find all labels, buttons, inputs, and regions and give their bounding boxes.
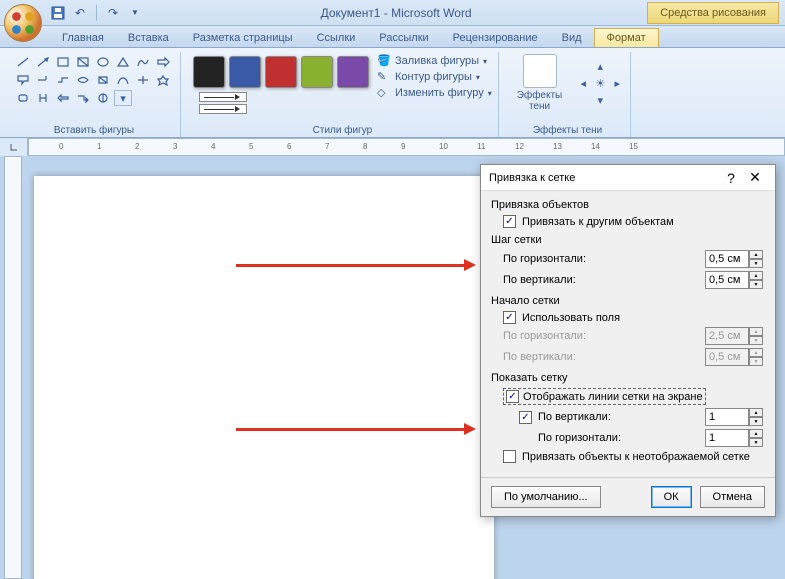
spin-down-icon: ▼: [749, 336, 763, 345]
group-shape-styles: 🪣Заливка фигуры▾ ✎Контур фигуры▾ ◇Измени…: [187, 52, 499, 137]
cmd-shadow-effects[interactable]: Эффекты тени: [511, 52, 568, 114]
cmd-change-shape[interactable]: ◇Изменить фигуру▾: [377, 86, 492, 100]
chk-snap-hidden[interactable]: [503, 450, 516, 463]
input-grid-horiz[interactable]: [705, 250, 749, 268]
ribbon-tabs: Главная Вставка Разметка страницы Ссылки…: [0, 26, 785, 48]
window-title: Документ1 - Microsoft Word: [145, 6, 647, 20]
vertical-ruler[interactable]: [4, 156, 22, 579]
cmd-shape-fill[interactable]: 🪣Заливка фигуры▾: [377, 54, 492, 68]
office-button[interactable]: [4, 4, 42, 42]
document-page[interactable]: [34, 176, 494, 579]
spin-up-icon[interactable]: ▲: [749, 250, 763, 259]
shadow-toggle-icon[interactable]: ☀: [591, 75, 609, 91]
spin-down-icon[interactable]: ▼: [749, 438, 763, 447]
tab-view[interactable]: Вид: [550, 29, 594, 47]
group-styles-label: Стили фигур: [187, 124, 498, 137]
tab-refs[interactable]: Ссылки: [305, 29, 368, 47]
spin-down-icon[interactable]: ▼: [749, 280, 763, 289]
spin-up-icon[interactable]: ▲: [749, 271, 763, 280]
input-grid-vert[interactable]: [705, 271, 749, 289]
connector-style-1[interactable]: [199, 104, 247, 114]
lbl-grid-horiz: По горизонтали:: [503, 253, 699, 265]
group-shadow-effects: Эффекты тени ▴ ◂☀▸ ▾ Эффекты тени: [505, 52, 631, 137]
chk-show-vert[interactable]: ✓: [519, 411, 532, 424]
redo-icon[interactable]: ↷: [103, 3, 123, 23]
btn-ok[interactable]: ОК: [651, 486, 692, 508]
tab-selector[interactable]: [0, 138, 28, 156]
section-origin-label: Начало сетки: [491, 295, 765, 307]
section-grid-step-label: Шаг сетки: [491, 234, 765, 246]
close-button[interactable]: ✕: [743, 169, 767, 186]
group-shadow-label: Эффекты тени: [505, 124, 630, 137]
ribbon: ▾ Вставить фигуры 🪣Заливка фигуры▾ ✎Конт…: [0, 48, 785, 138]
spin-down-icon: ▼: [749, 357, 763, 366]
grid-settings-dialog: Привязка к сетке ? ✕ Привязка объектов ✓…: [480, 164, 776, 517]
input-origin-horiz: [705, 327, 749, 345]
input-origin-vert: [705, 348, 749, 366]
spin-up-icon[interactable]: ▲: [749, 429, 763, 438]
chk-snap-to-objects-label: Привязать к другим объектам: [522, 216, 765, 228]
spin-up-icon: ▲: [749, 327, 763, 336]
lbl-grid-vert: По вертикали:: [503, 274, 699, 286]
btn-cancel[interactable]: Отмена: [700, 486, 765, 508]
spin-up-icon: ▲: [749, 348, 763, 357]
input-show-horiz[interactable]: [705, 429, 749, 447]
nudge-down-icon[interactable]: ▾: [591, 92, 609, 108]
chk-snap-hidden-label: Привязать объекты к неотображаемой сетке: [522, 451, 765, 463]
tab-format[interactable]: Формат: [594, 28, 659, 47]
style-swatch-2[interactable]: [265, 56, 297, 88]
lbl-origin-horiz: По горизонтали:: [503, 330, 699, 342]
chk-show-vert-label: По вертикали:: [538, 411, 699, 423]
shadow-preview-icon: [523, 54, 557, 88]
section-snap-label: Привязка объектов: [491, 199, 765, 211]
spin-up-icon[interactable]: ▲: [749, 408, 763, 417]
tab-mail[interactable]: Рассылки: [367, 29, 440, 47]
style-swatch-0[interactable]: [193, 56, 225, 88]
nudge-up-icon[interactable]: ▴: [591, 58, 609, 74]
connector-style-0[interactable]: [199, 92, 247, 102]
group-insert-shapes: ▾ Вставить фигуры: [8, 52, 181, 137]
tab-review[interactable]: Рецензирование: [441, 29, 550, 47]
annotation-arrow-1: [236, 264, 466, 267]
tab-home[interactable]: Главная: [50, 29, 116, 47]
save-icon[interactable]: [48, 3, 68, 23]
bucket-icon: 🪣: [377, 54, 391, 68]
btn-defaults[interactable]: По умолчанию...: [491, 486, 601, 508]
section-show-label: Показать сетку: [491, 372, 765, 384]
style-swatch-4[interactable]: [337, 56, 369, 88]
cmd-shape-outline[interactable]: ✎Контур фигуры▾: [377, 70, 492, 84]
change-shape-icon: ◇: [377, 86, 391, 100]
lbl-show-horiz: По горизонтали:: [538, 432, 699, 444]
lbl-origin-vert: По вертикали:: [503, 351, 699, 363]
style-gallery[interactable]: [193, 52, 369, 88]
input-show-vert[interactable]: [705, 408, 749, 426]
context-tab-label: Средства рисования: [647, 2, 779, 24]
tab-layout[interactable]: Разметка страницы: [181, 29, 305, 47]
nudge-right-icon[interactable]: ▸: [608, 75, 626, 91]
chk-show-gridlines-label: Отображать линии сетки на экране: [523, 391, 703, 403]
chk-use-margins[interactable]: ✓: [503, 311, 516, 324]
tab-insert[interactable]: Вставка: [116, 29, 181, 47]
qat-separator: [96, 5, 97, 21]
help-button[interactable]: ?: [719, 170, 743, 186]
style-swatch-1[interactable]: [229, 56, 261, 88]
spin-down-icon[interactable]: ▼: [749, 417, 763, 426]
style-swatch-3[interactable]: [301, 56, 333, 88]
shapes-gallery[interactable]: ▾: [14, 52, 174, 106]
annotation-arrow-2: [236, 428, 466, 431]
chk-show-gridlines[interactable]: ✓: [506, 390, 519, 403]
horizontal-ruler[interactable]: 210123456789101112131415: [28, 138, 785, 156]
chk-snap-to-objects[interactable]: ✓: [503, 215, 516, 228]
dialog-title: Привязка к сетке: [489, 172, 719, 184]
group-shapes-label: Вставить фигуры: [8, 124, 180, 137]
undo-icon[interactable]: ↶: [70, 3, 90, 23]
spin-down-icon[interactable]: ▼: [749, 259, 763, 268]
pencil-icon: ✎: [377, 70, 391, 84]
qat-dropdown-icon[interactable]: ▼: [125, 3, 145, 23]
nudge-left-icon[interactable]: ◂: [574, 75, 592, 91]
chk-use-margins-label: Использовать поля: [522, 312, 765, 324]
